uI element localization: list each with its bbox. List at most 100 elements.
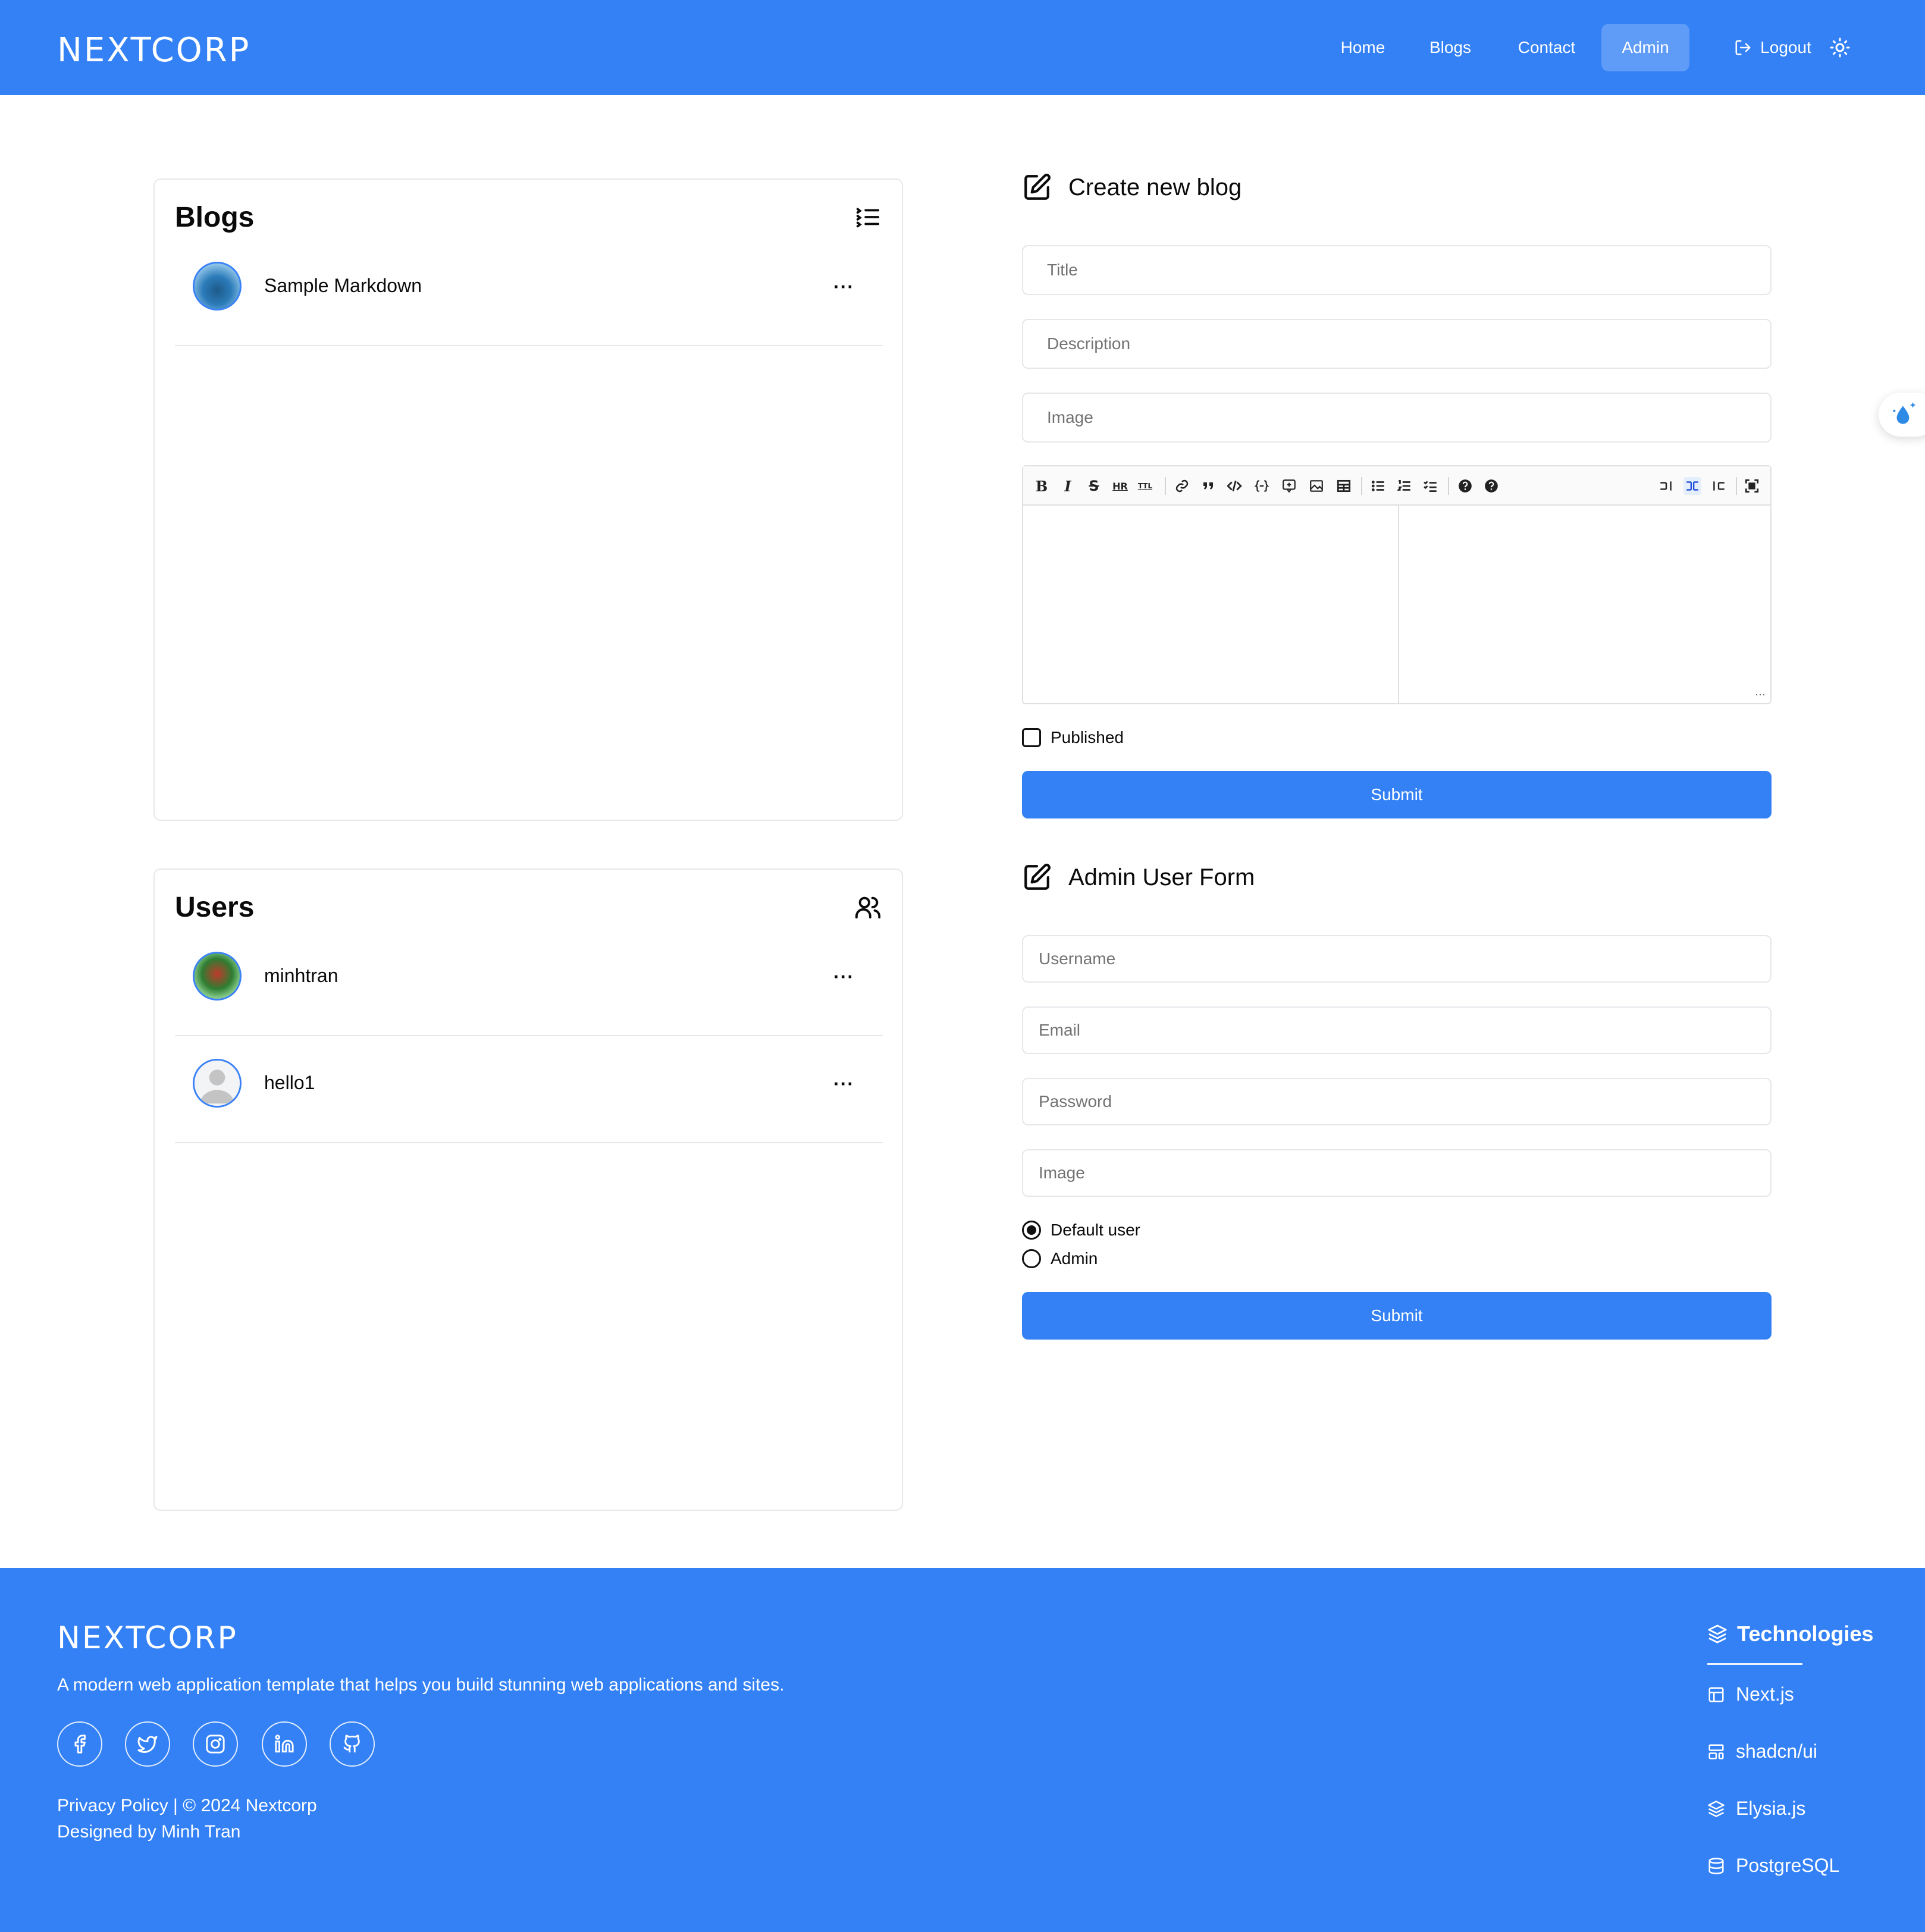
more-options-button[interactable]: ··· [833, 966, 854, 988]
toolbar-divider [1165, 477, 1166, 495]
fullscreen-icon[interactable] [1743, 477, 1761, 495]
image-field[interactable] [1022, 393, 1772, 443]
tech-postgresql[interactable]: PostgreSQL [1707, 1855, 1839, 1877]
resize-grip[interactable]: ··· [1755, 688, 1766, 701]
comment-icon[interactable] [1280, 477, 1298, 495]
list-item[interactable]: hello1 ··· [175, 1036, 883, 1143]
instagram-link[interactable] [193, 1721, 238, 1767]
admin-radio[interactable] [1022, 1249, 1041, 1268]
more-options-button[interactable]: ··· [833, 276, 854, 298]
blogs-card: Blogs Sample Markdown ··· [153, 178, 903, 821]
markdown-help-icon[interactable] [1482, 477, 1500, 495]
layout-template-icon [1708, 1744, 1724, 1759]
logout-label: Logout [1760, 38, 1811, 57]
list-item[interactable]: Sample Markdown ··· [175, 239, 883, 346]
footer-logo[interactable]: NEXTCORP [57, 1620, 238, 1656]
nav-admin[interactable]: Admin [1601, 24, 1689, 71]
email-field[interactable] [1022, 1006, 1772, 1054]
published-checkbox-row[interactable]: Published [1022, 728, 1124, 747]
unordered-list-icon[interactable] [1369, 477, 1387, 495]
image-url-input[interactable] [1023, 394, 1770, 441]
nav-contact[interactable]: Contact [1499, 24, 1594, 71]
markdown-preview-pane [1399, 506, 1770, 704]
blog-title[interactable]: Sample Markdown [264, 275, 422, 297]
footer-tagline: A modern web application template that h… [57, 1675, 785, 1695]
strikethrough-button[interactable]: S [1085, 477, 1103, 495]
facebook-link[interactable] [57, 1721, 102, 1767]
technologies-title: Technologies [1737, 1622, 1874, 1646]
layers-icon [1708, 1624, 1727, 1644]
tech-label: Next.js [1736, 1683, 1794, 1705]
tech-shadcn[interactable]: shadcn/ui [1707, 1740, 1817, 1762]
logout-icon [1735, 40, 1751, 55]
horizontal-rule-button[interactable]: HR [1111, 477, 1129, 495]
password-field[interactable] [1022, 1078, 1772, 1125]
checklist-icon[interactable] [1422, 477, 1440, 495]
password-input[interactable] [1023, 1079, 1770, 1124]
code-block-icon[interactable] [1253, 477, 1271, 495]
default-user-label: Default user [1051, 1221, 1140, 1239]
linkedin-link[interactable] [262, 1721, 307, 1767]
username-field[interactable] [1022, 935, 1772, 983]
published-checkbox[interactable] [1022, 728, 1041, 747]
default-user-radio[interactable] [1022, 1221, 1041, 1240]
user-name[interactable]: minhtran [264, 965, 338, 987]
toolbar-divider [1448, 477, 1449, 495]
tech-nextjs[interactable]: Next.js [1707, 1683, 1794, 1705]
title-input[interactable] [1023, 246, 1770, 294]
footer-legal: Privacy Policy | © 2024 Nextcorp Designe… [57, 1793, 317, 1845]
avatar [193, 1059, 242, 1108]
tech-elysia[interactable]: Elysia.js [1707, 1798, 1805, 1820]
users-card: Users minhtran ··· hello1 ··· [153, 868, 903, 1511]
role-option-admin[interactable]: Admin [1022, 1249, 1098, 1268]
technologies-underline [1707, 1663, 1802, 1665]
quote-icon[interactable] [1199, 477, 1217, 495]
preview-mode-icon[interactable] [1710, 477, 1728, 495]
user-image-input[interactable] [1023, 1150, 1770, 1196]
theme-toggle-button[interactable] [1820, 24, 1868, 71]
list-item[interactable]: minhtran ··· [175, 929, 883, 1036]
live-mode-icon[interactable] [1683, 477, 1701, 495]
link-icon[interactable] [1173, 477, 1191, 495]
edit-mode-icon[interactable] [1657, 477, 1675, 495]
admin-label: Admin [1051, 1249, 1098, 1268]
more-options-button[interactable]: ··· [833, 1073, 854, 1095]
table-icon[interactable] [1335, 477, 1353, 495]
email-input[interactable] [1023, 1008, 1770, 1053]
title-field[interactable] [1022, 245, 1772, 295]
site-footer: NEXTCORP A modern web application templa… [0, 1568, 1925, 1932]
markdown-input-pane[interactable] [1023, 506, 1398, 704]
github-link[interactable] [330, 1721, 375, 1767]
description-field[interactable] [1022, 319, 1772, 369]
nav-home[interactable]: Home [1324, 24, 1402, 71]
instagram-icon [206, 1735, 225, 1754]
code-icon[interactable] [1225, 477, 1243, 495]
bold-button[interactable]: B [1033, 477, 1051, 495]
floating-extension-button[interactable] [1879, 393, 1925, 437]
user-submit-button[interactable]: Submit [1022, 1292, 1772, 1340]
brand-logo[interactable]: NEXTCORP [57, 31, 250, 70]
image-icon[interactable] [1308, 477, 1325, 495]
editor-toolbar: B I S HR TTL [1023, 466, 1770, 506]
toolbar-divider [1361, 477, 1362, 495]
top-navbar: NEXTCORP Home Blogs Contact Admin Logout [0, 0, 1925, 95]
user-image-field[interactable] [1022, 1149, 1772, 1197]
italic-button[interactable]: I [1059, 477, 1077, 495]
copyright-text[interactable]: Privacy Policy | © 2024 Nextcorp [57, 1793, 317, 1819]
username-input[interactable] [1023, 936, 1770, 981]
blog-submit-button[interactable]: Submit [1022, 771, 1772, 818]
form-title: Admin User Form [1068, 864, 1255, 890]
ordered-list-icon[interactable] [1396, 477, 1413, 495]
twitter-link[interactable] [125, 1721, 170, 1767]
edit-icon [1024, 864, 1051, 890]
tech-label: PostgreSQL [1736, 1855, 1840, 1876]
avatar [193, 952, 242, 1000]
twitter-icon [137, 1736, 158, 1753]
title-button[interactable]: TTL [1136, 477, 1154, 495]
nav-blogs[interactable]: Blogs [1410, 24, 1491, 71]
role-option-default[interactable]: Default user [1022, 1221, 1140, 1240]
description-input[interactable] [1023, 320, 1770, 368]
help-icon[interactable] [1456, 477, 1474, 495]
user-name[interactable]: hello1 [264, 1072, 315, 1094]
admin-user-form-heading: Admin User Form [1022, 862, 1255, 892]
